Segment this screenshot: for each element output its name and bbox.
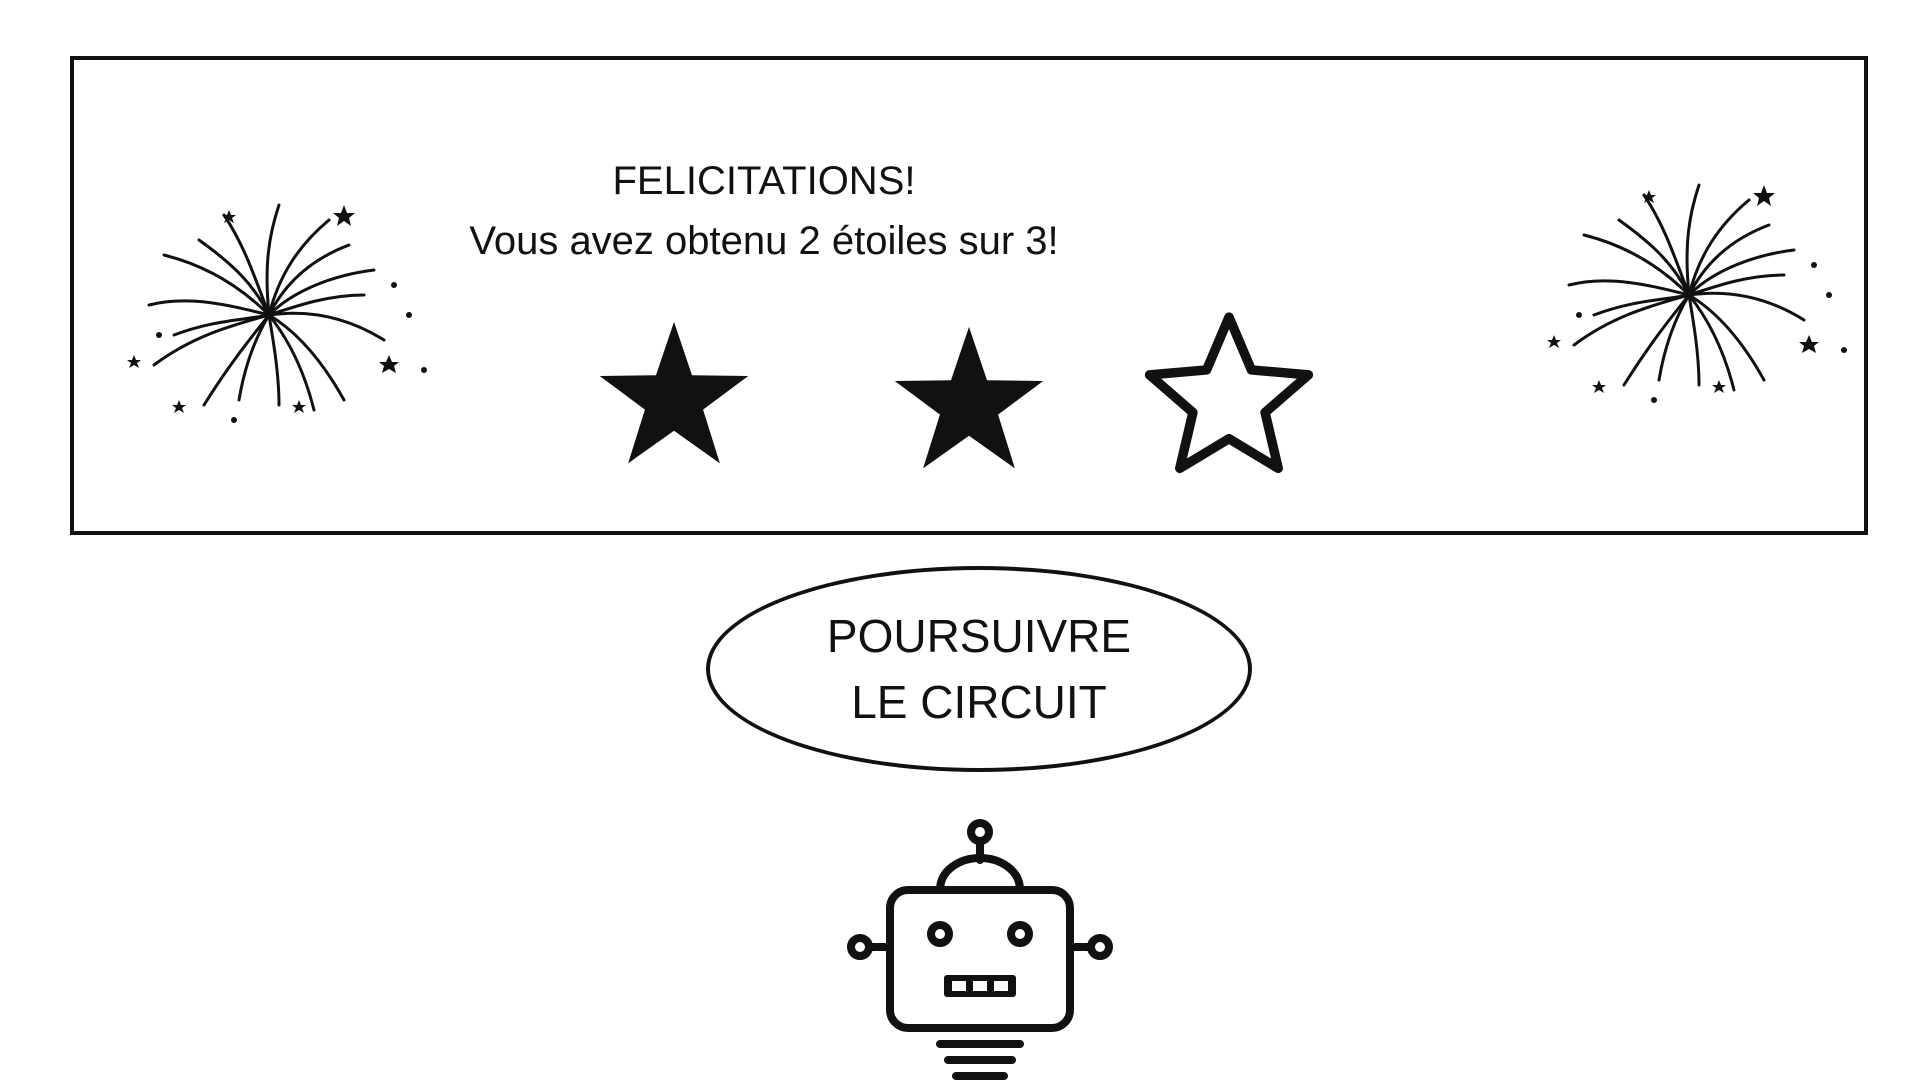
continue-circuit-button[interactable]: POURSUIVRE LE CIRCUIT <box>706 566 1252 772</box>
score-summary: Vous avez obtenu 2 étoiles sur 3! <box>469 219 1059 263</box>
star-outline-icon <box>1134 300 1324 490</box>
results-screen: FELICITATIONS! Vous avez obtenu 2 étoile… <box>0 0 1920 1080</box>
star-filled-icon <box>589 310 759 480</box>
firework-icon <box>1547 183 1847 403</box>
congratulations-banner: FELICITATIONS! Vous avez obtenu 2 étoile… <box>70 56 1868 535</box>
robot-icon <box>847 819 1113 1080</box>
congratulations-title: FELICITATIONS! <box>612 159 916 203</box>
star-filled-icon <box>884 315 1054 485</box>
result-message: FELICITATIONS! Vous avez obtenu 2 étoile… <box>74 151 1454 271</box>
continue-circuit-label: POURSUIVRE LE CIRCUIT <box>826 610 1132 728</box>
